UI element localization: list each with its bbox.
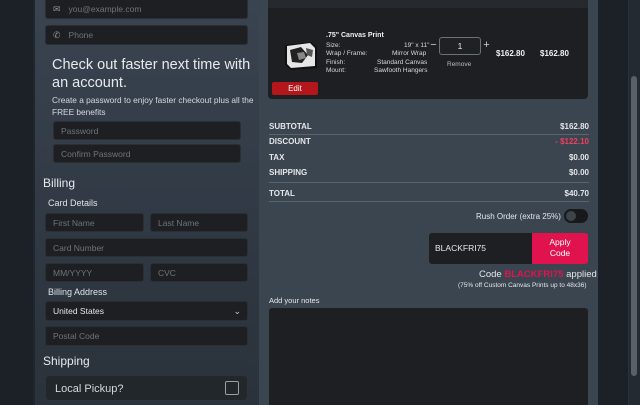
scrollbar-thumb[interactable] xyxy=(631,76,637,376)
phone-icon: ✆ xyxy=(53,29,61,40)
shipping-label: SHIPPING xyxy=(269,168,308,177)
cvc-placeholder: CVC xyxy=(158,267,176,278)
spec-mount-value: Sawfooth Hangers xyxy=(374,67,428,74)
billing-address-label: Billing Address xyxy=(48,287,108,297)
divider xyxy=(269,201,589,202)
total-value: $40.70 xyxy=(564,189,589,198)
divider xyxy=(269,134,589,135)
discount-row: DISCOUNT - $122.10 xyxy=(269,137,589,146)
card-number-field[interactable]: Card Number xyxy=(45,238,248,257)
promo-status-suffix: applied xyxy=(566,269,597,280)
account-heading-line2: an account. xyxy=(52,75,127,91)
spec-mount-label: Mount: xyxy=(326,67,346,74)
spec-wrap-label: Wrap / Frame: xyxy=(326,50,368,57)
billing-heading: Billing xyxy=(43,176,76,190)
shipping-heading: Shipping xyxy=(43,354,90,368)
password-placeholder: Password xyxy=(61,125,99,136)
rush-order-toggle[interactable] xyxy=(564,209,588,223)
expiry-placeholder: MM/YYYY xyxy=(53,267,93,278)
phone-placeholder: Phone xyxy=(68,30,94,40)
line-total: $162.80 xyxy=(540,49,569,58)
spec-wrap-value: Mirror Wrap xyxy=(392,50,427,57)
divider xyxy=(269,182,589,183)
page-gutter-right xyxy=(598,0,628,405)
tax-value: $0.00 xyxy=(568,153,589,162)
spec-size-label: Size: xyxy=(326,42,341,49)
confirm-password-field[interactable]: Confirm Password xyxy=(53,144,241,163)
unit-price: $162.80 xyxy=(496,49,525,58)
toggle-knob xyxy=(566,211,576,221)
country-select[interactable]: United States ⌄ xyxy=(45,301,248,321)
first-name-placeholder: First Name xyxy=(53,217,95,228)
account-description-line1: Create a password to enjoy faster checko… xyxy=(52,95,254,105)
subtotal-label: SUBTOTAL xyxy=(269,122,312,131)
postal-code-field[interactable]: Postal Code xyxy=(45,326,248,346)
subtotal-value: $162.80 xyxy=(560,122,589,131)
tax-row: TAX $0.00 xyxy=(269,153,589,162)
quantity-stepper[interactable]: 1 xyxy=(439,37,481,55)
cart-item-header-bar xyxy=(268,0,588,8)
edit-button[interactable]: Edit xyxy=(272,82,318,95)
promo-detail: (75% off Custom Canvas Prints up to 48x3… xyxy=(458,282,587,289)
country-value: United States xyxy=(53,306,105,316)
canvas-print-thumbnail xyxy=(285,42,317,70)
remove-item-link[interactable]: Remove xyxy=(447,61,471,68)
expiry-field[interactable]: MM/YYYY xyxy=(45,263,144,282)
promo-status-prefix: Code xyxy=(479,269,502,280)
envelope-icon: ✉ xyxy=(53,3,61,14)
tax-label: TAX xyxy=(269,153,285,162)
quantity-value: 1 xyxy=(457,41,463,51)
first-name-field[interactable]: First Name xyxy=(45,213,144,232)
card-number-placeholder: Card Number xyxy=(53,242,105,253)
password-field[interactable]: Password xyxy=(53,121,241,140)
promo-code-input[interactable]: BLACKFRI75 xyxy=(429,233,532,264)
local-pickup-label: Local Pickup? xyxy=(55,383,124,395)
promo-status-code: BLACKFRI75 xyxy=(504,269,564,280)
apply-code-button[interactable]: Apply Code xyxy=(532,233,588,264)
local-pickup-checkbox[interactable] xyxy=(225,381,239,395)
edit-button-label: Edit xyxy=(288,84,302,93)
email-placeholder: you@example.com xyxy=(68,4,142,14)
promo-status: Code BLACKFRI75 applied xyxy=(479,269,597,280)
notes-textarea[interactable] xyxy=(269,308,588,405)
spec-finish-label: Finish: xyxy=(326,59,346,66)
discount-label: DISCOUNT xyxy=(269,137,311,146)
discount-value: - $122.10 xyxy=(555,137,589,146)
spec-size-value: 19" x 11" xyxy=(404,42,430,49)
local-pickup-box[interactable]: Local Pickup? xyxy=(45,375,248,401)
chevron-down-icon: ⌄ xyxy=(233,305,241,316)
cvc-field[interactable]: CVC xyxy=(150,263,248,282)
email-field[interactable]: ✉ you@example.com xyxy=(45,0,248,19)
total-label: TOTAL xyxy=(269,189,295,198)
notes-label: Add your notes xyxy=(269,296,320,305)
subtotal-row: SUBTOTAL $162.80 xyxy=(269,122,589,131)
shipping-row: SHIPPING $0.00 xyxy=(269,168,589,177)
postal-code-placeholder: Postal Code xyxy=(53,331,100,341)
total-row: TOTAL $40.70 xyxy=(269,189,589,198)
phone-field[interactable]: ✆ Phone xyxy=(45,25,248,45)
card-details-label: Card Details xyxy=(48,198,98,208)
apply-code-line1: Apply xyxy=(549,237,571,247)
cart-item-title: .75" Canvas Print xyxy=(326,32,384,39)
shipping-value: $0.00 xyxy=(568,168,589,177)
confirm-password-placeholder: Confirm Password xyxy=(61,148,131,159)
account-description-line2: FREE benefits xyxy=(52,107,106,117)
account-heading-line1: Check out faster next time with xyxy=(52,57,251,73)
quantity-minus-button[interactable]: − xyxy=(429,39,438,51)
last-name-field[interactable]: Last Name xyxy=(150,213,248,232)
rush-order-label: Rush Order (extra 25%) xyxy=(476,212,561,221)
quantity-plus-button[interactable]: + xyxy=(482,39,491,51)
apply-code-line2: Code xyxy=(549,248,571,258)
last-name-placeholder: Last Name xyxy=(158,217,200,228)
page-gutter-left xyxy=(0,0,33,405)
promo-code-value: BLACKFRI75 xyxy=(435,243,487,253)
spec-finish-value: Standard Canvas xyxy=(377,59,428,66)
